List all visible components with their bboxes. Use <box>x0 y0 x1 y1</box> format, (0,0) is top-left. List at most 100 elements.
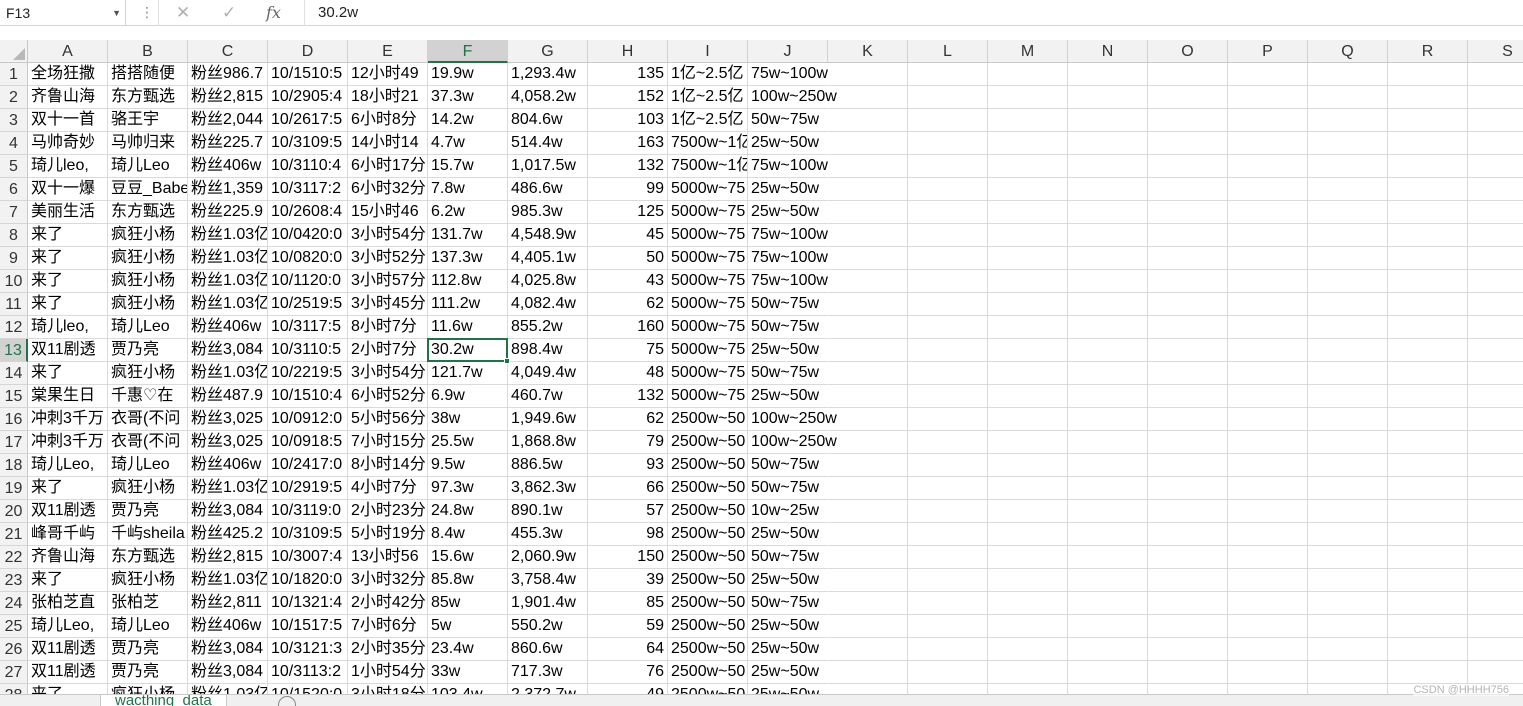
cell-b26[interactable]: 贾乃亮 <box>108 638 188 661</box>
cell-k23[interactable] <box>828 569 908 592</box>
cell-d18[interactable]: 10/2417:0 <box>268 454 348 477</box>
cell-e27[interactable]: 1小时54分 <box>348 661 428 684</box>
cell-n8[interactable] <box>1068 224 1148 247</box>
cell-f23[interactable]: 85.8w <box>428 569 508 592</box>
cell-a8[interactable]: 来了 <box>28 224 108 247</box>
cell-l20[interactable] <box>908 500 988 523</box>
cell-e22[interactable]: 13小时56 <box>348 546 428 569</box>
cell-p17[interactable] <box>1228 431 1308 454</box>
cell-q20[interactable] <box>1308 500 1388 523</box>
cell-l5[interactable] <box>908 155 988 178</box>
cell-b5[interactable]: 琦儿Leo <box>108 155 188 178</box>
cell-j20[interactable]: 10w~25w <box>748 500 828 523</box>
add-sheet-icon[interactable] <box>278 696 296 706</box>
cell-c3[interactable]: 粉丝2,044 <box>188 109 268 132</box>
cell-m3[interactable] <box>988 109 1068 132</box>
cell-i19[interactable]: 2500w~50 <box>668 477 748 500</box>
cell-j21[interactable]: 25w~50w <box>748 523 828 546</box>
cell-e14[interactable]: 3小时54分 <box>348 362 428 385</box>
cell-g18[interactable]: 886.5w <box>508 454 588 477</box>
cell-j10[interactable]: 75w~100w <box>748 270 828 293</box>
cell-o25[interactable] <box>1148 615 1228 638</box>
cell-c1[interactable]: 粉丝986.7 <box>188 63 268 86</box>
cell-g7[interactable]: 985.3w <box>508 201 588 224</box>
cell-k9[interactable] <box>828 247 908 270</box>
row-header[interactable]: 24 <box>0 592 28 615</box>
cell-d10[interactable]: 10/1120:0 <box>268 270 348 293</box>
cell-j19[interactable]: 50w~75w <box>748 477 828 500</box>
cell-o22[interactable] <box>1148 546 1228 569</box>
cell-h17[interactable]: 79 <box>588 431 668 454</box>
cell-d12[interactable]: 10/3117:5 <box>268 316 348 339</box>
row-header[interactable]: 13 <box>0 339 28 362</box>
row-header[interactable]: 9 <box>0 247 28 270</box>
cell-b9[interactable]: 疯狂小杨 <box>108 247 188 270</box>
cell-e21[interactable]: 5小时19分 <box>348 523 428 546</box>
cell-c17[interactable]: 粉丝3,025 <box>188 431 268 454</box>
cell-q5[interactable] <box>1308 155 1388 178</box>
cell-f12[interactable]: 11.6w <box>428 316 508 339</box>
cell-b8[interactable]: 疯狂小杨 <box>108 224 188 247</box>
cell-s22[interactable] <box>1468 546 1523 569</box>
cell-e6[interactable]: 6小时32分 <box>348 178 428 201</box>
cell-l1[interactable] <box>908 63 988 86</box>
cell-k7[interactable] <box>828 201 908 224</box>
cell-n6[interactable] <box>1068 178 1148 201</box>
cell-k5[interactable] <box>828 155 908 178</box>
cell-c21[interactable]: 粉丝425.2 <box>188 523 268 546</box>
cell-a13[interactable]: 双11剧透 <box>28 339 108 362</box>
cell-a27[interactable]: 双11剧透 <box>28 661 108 684</box>
cell-l17[interactable] <box>908 431 988 454</box>
cell-n12[interactable] <box>1068 316 1148 339</box>
cell-s21[interactable] <box>1468 523 1523 546</box>
cell-m12[interactable] <box>988 316 1068 339</box>
cell-i17[interactable]: 2500w~50 <box>668 431 748 454</box>
cell-j17[interactable]: 100w~250w <box>748 431 837 454</box>
cell-f4[interactable]: 4.7w <box>428 132 508 155</box>
cell-f17[interactable]: 25.5w <box>428 431 508 454</box>
cell-g25[interactable]: 550.2w <box>508 615 588 638</box>
column-header-c[interactable]: C <box>188 40 268 63</box>
cell-j16[interactable]: 100w~250w <box>748 408 837 431</box>
column-header-d[interactable]: D <box>268 40 348 63</box>
row-header[interactable]: 8 <box>0 224 28 247</box>
cell-e1[interactable]: 12小时49 <box>348 63 428 86</box>
cell-h2[interactable]: 152 <box>588 86 668 109</box>
cell-s15[interactable] <box>1468 385 1523 408</box>
cell-l3[interactable] <box>908 109 988 132</box>
column-header-s[interactable]: S <box>1468 40 1523 63</box>
cell-o8[interactable] <box>1148 224 1228 247</box>
column-header-a[interactable]: A <box>28 40 108 63</box>
cell-l16[interactable] <box>908 408 988 431</box>
cell-a24[interactable]: 张柏芝直 <box>28 592 108 615</box>
cell-p21[interactable] <box>1228 523 1308 546</box>
cell-g8[interactable]: 4,548.9w <box>508 224 588 247</box>
cell-i15[interactable]: 5000w~75 <box>668 385 748 408</box>
cell-e23[interactable]: 3小时32分 <box>348 569 428 592</box>
cell-d25[interactable]: 10/1517:5 <box>268 615 348 638</box>
cell-c11[interactable]: 粉丝1.03亿 <box>188 293 268 316</box>
cell-f20[interactable]: 24.8w <box>428 500 508 523</box>
cell-c9[interactable]: 粉丝1.03亿 <box>188 247 268 270</box>
cell-b7[interactable]: 东方甄选 <box>108 201 188 224</box>
cell-p2[interactable] <box>1228 86 1308 109</box>
cell-f21[interactable]: 8.4w <box>428 523 508 546</box>
cell-l6[interactable] <box>908 178 988 201</box>
cell-k24[interactable] <box>828 592 908 615</box>
cell-s26[interactable] <box>1468 638 1523 661</box>
cell-i23[interactable]: 2500w~50 <box>668 569 748 592</box>
cell-h5[interactable]: 132 <box>588 155 668 178</box>
cell-e9[interactable]: 3小时52分 <box>348 247 428 270</box>
cell-b24[interactable]: 张柏芝 <box>108 592 188 615</box>
cell-o21[interactable] <box>1148 523 1228 546</box>
cell-r20[interactable] <box>1388 500 1468 523</box>
cell-i25[interactable]: 2500w~50 <box>668 615 748 638</box>
cell-b18[interactable]: 琦儿Leo <box>108 454 188 477</box>
cell-i1[interactable]: 1亿~2.5亿 <box>668 63 748 86</box>
cell-h16[interactable]: 62 <box>588 408 668 431</box>
cell-h21[interactable]: 98 <box>588 523 668 546</box>
cell-b6[interactable]: 豆豆_Babe <box>108 178 188 201</box>
cell-h10[interactable]: 43 <box>588 270 668 293</box>
column-header-l[interactable]: L <box>908 40 988 63</box>
cell-h1[interactable]: 135 <box>588 63 668 86</box>
